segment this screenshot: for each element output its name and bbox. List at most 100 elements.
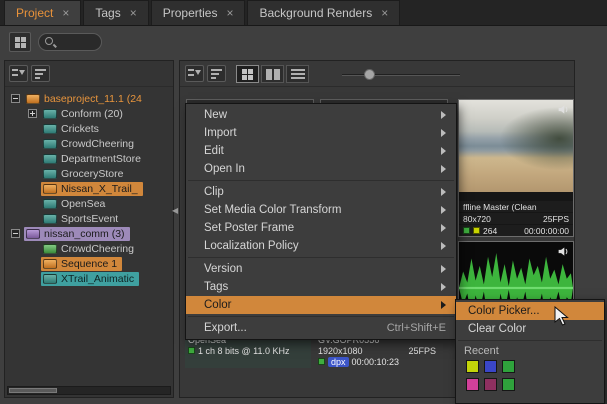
submenu-item-clear-color[interactable]: Clear Color bbox=[456, 320, 604, 338]
menu-item-localization-policy[interactable]: Localization Policy bbox=[186, 237, 456, 255]
tab-properties[interactable]: Properties × bbox=[151, 0, 246, 25]
view-mode-grid-button[interactable] bbox=[236, 65, 259, 83]
tab-project[interactable]: Project × bbox=[4, 0, 81, 25]
menu-item-open-in[interactable]: Open In bbox=[186, 160, 456, 178]
menu-item-set-poster-frame[interactable]: Set Poster Frame bbox=[186, 219, 456, 237]
menu-item-label: Export... bbox=[204, 322, 247, 334]
menu-item-label: New bbox=[204, 109, 227, 121]
tree-item-baseproject[interactable]: baseproject_11.1 (24 bbox=[7, 91, 171, 106]
tree-item-label: XTrail_Animatic bbox=[61, 273, 134, 285]
search-field[interactable] bbox=[38, 33, 102, 51]
audio-speaker-icon bbox=[557, 103, 570, 116]
menu-separator bbox=[456, 338, 604, 343]
sequence-icon bbox=[43, 259, 57, 269]
submenu-item-color-picker[interactable]: Color Picker... bbox=[456, 302, 604, 320]
color-swatch[interactable] bbox=[466, 378, 479, 391]
slider-thumb[interactable] bbox=[364, 69, 375, 80]
tree-item-xtrail-animatic[interactable]: XTrail_Animatic bbox=[7, 271, 171, 286]
tree-item-nissan-x-trail[interactable]: Nissan_X_Trail_ bbox=[7, 181, 171, 196]
list-view-icon bbox=[291, 69, 305, 80]
color-swatch[interactable] bbox=[502, 378, 515, 391]
collapse-expander-icon[interactable] bbox=[11, 94, 20, 103]
tag-color-chip bbox=[473, 227, 480, 234]
expand-expander-icon[interactable] bbox=[28, 109, 37, 118]
tree-item-opensea[interactable]: OpenSea bbox=[7, 196, 171, 211]
color-swatch[interactable] bbox=[484, 378, 497, 391]
view-mode-list-button[interactable] bbox=[286, 65, 309, 83]
tab-label: Project bbox=[16, 6, 53, 20]
menu-item-label: Set Poster Frame bbox=[204, 222, 294, 234]
tab-close-icon[interactable]: × bbox=[62, 7, 69, 19]
sort-order-button[interactable] bbox=[31, 65, 50, 82]
tab-close-icon[interactable]: × bbox=[130, 7, 137, 19]
main-toolbar bbox=[0, 27, 607, 59]
clip-title: ffline Master (Clean bbox=[463, 202, 537, 212]
clip-icon bbox=[43, 214, 57, 224]
menu-item-import[interactable]: Import bbox=[186, 124, 456, 142]
tree-item-crowdcheering[interactable]: CrowdCheering bbox=[7, 136, 171, 151]
menu-item-edit[interactable]: Edit bbox=[186, 142, 456, 160]
clip-meta-gopro[interactable]: GV.GOPR0556 1920x1080 25FPS dpx 00:00:10… bbox=[315, 334, 439, 380]
tab-background-renders[interactable]: Background Renders × bbox=[247, 0, 400, 25]
menu-item-set-media-color-transform[interactable]: Set Media Color Transform bbox=[186, 201, 456, 219]
tree-item-departmentstore[interactable]: DepartmentStore bbox=[7, 151, 171, 166]
menu-item-label: Clip bbox=[204, 186, 224, 198]
bin-sort-order-button[interactable] bbox=[207, 65, 226, 82]
tree-item-sportsevent[interactable]: SportsEvent bbox=[7, 211, 171, 226]
tree-item-label: OpenSea bbox=[61, 198, 105, 210]
color-swatch[interactable] bbox=[466, 360, 479, 373]
recent-color-swatches bbox=[456, 358, 526, 391]
clip-audio-info: 1 ch 8 bits @ 11.0 KHz bbox=[198, 346, 290, 356]
sort-alphabetical-button[interactable] bbox=[9, 65, 28, 82]
clip-codec: 264 bbox=[483, 226, 497, 236]
submenu-arrow-icon bbox=[441, 188, 446, 196]
collapse-expander-icon[interactable] bbox=[11, 229, 20, 238]
color-swatch[interactable] bbox=[484, 360, 497, 373]
menu-item-clip[interactable]: Clip bbox=[186, 183, 456, 201]
scrollbar-thumb[interactable] bbox=[9, 388, 57, 393]
menu-separator bbox=[186, 255, 456, 260]
submenu-arrow-icon bbox=[441, 165, 446, 173]
tree-item-sequence-1[interactable]: Sequence 1 bbox=[7, 256, 171, 271]
menu-item-tags[interactable]: Tags bbox=[186, 278, 456, 296]
color-swatch[interactable] bbox=[502, 360, 515, 373]
tree-item-grocerystore[interactable]: GroceryStore bbox=[7, 166, 171, 181]
tab-close-icon[interactable]: × bbox=[226, 7, 233, 19]
menu-item-new[interactable]: New bbox=[186, 106, 456, 124]
menu-shortcut: Ctrl+Shift+E bbox=[387, 322, 446, 334]
project-icon bbox=[26, 229, 40, 239]
horizontal-scrollbar[interactable] bbox=[7, 386, 171, 395]
search-icon bbox=[45, 37, 53, 45]
bin-sort-alphabetical-button[interactable] bbox=[185, 65, 204, 82]
menu-item-label: Edit bbox=[204, 145, 224, 157]
tab-close-icon[interactable]: × bbox=[381, 7, 388, 19]
sort-bars-icon bbox=[35, 69, 47, 79]
menu-item-label: Color Picker... bbox=[468, 305, 540, 317]
tree-item-conform[interactable]: Conform (20) bbox=[7, 106, 171, 121]
view-mode-columns-button[interactable] bbox=[261, 65, 284, 83]
tab-tags[interactable]: Tags × bbox=[83, 0, 148, 25]
clip-icon bbox=[43, 169, 57, 179]
search-input[interactable] bbox=[57, 35, 97, 49]
clip-icon bbox=[43, 124, 57, 134]
menu-item-version[interactable]: Version bbox=[186, 260, 456, 278]
menu-item-export[interactable]: Export... Ctrl+Shift+E bbox=[186, 319, 456, 337]
view-layout-button[interactable] bbox=[9, 32, 31, 52]
tree-item-crickets[interactable]: Crickets bbox=[7, 121, 171, 136]
tree-item-label: CrowdCheering bbox=[61, 243, 134, 255]
tree-item-label: Sequence 1 bbox=[61, 258, 117, 270]
tree-item-nissan-comm[interactable]: nissan_comm (3) bbox=[7, 226, 171, 241]
tag-color-chip bbox=[188, 347, 195, 354]
menu-item-label: Localization Policy bbox=[204, 240, 299, 252]
menu-item-color[interactable]: Color bbox=[186, 296, 456, 314]
tab-label: Tags bbox=[95, 6, 120, 20]
thumbnail-size-slider[interactable] bbox=[342, 74, 460, 76]
clip-fps: 25FPS bbox=[408, 346, 436, 356]
clip-card-offline-master[interactable]: ffline Master (Clean 80x720 25FPS 264 00… bbox=[458, 99, 574, 237]
submenu-arrow-icon bbox=[441, 265, 446, 273]
tree-item-crowdcheering-2[interactable]: CrowdCheering bbox=[7, 241, 171, 256]
menu-item-label: Set Media Color Transform bbox=[204, 204, 341, 216]
tree-item-label: GroceryStore bbox=[61, 168, 123, 180]
panel-collapse-arrow-icon[interactable]: ◀ bbox=[172, 206, 178, 215]
clip-format-row: dpx 00:00:10:23 bbox=[315, 356, 439, 367]
